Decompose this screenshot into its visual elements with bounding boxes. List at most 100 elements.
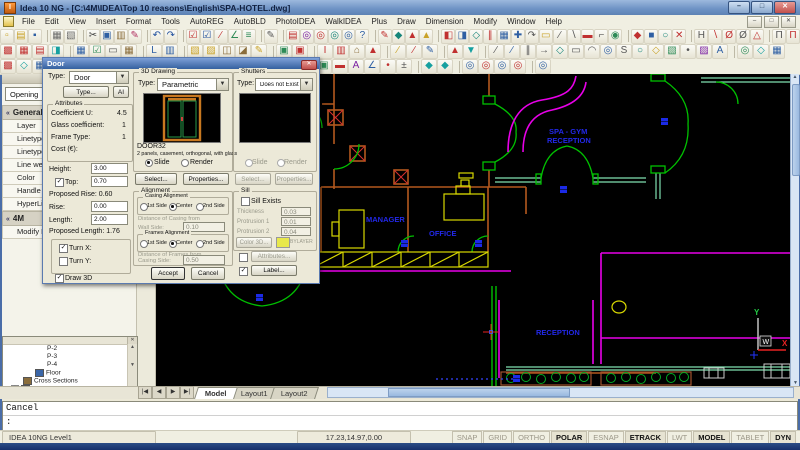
zoom-scale-icon[interactable]: ◎ (494, 59, 510, 74)
named-views-icon[interactable]: ◎ (737, 44, 753, 59)
mdi-close-button[interactable]: ✕ (781, 16, 796, 28)
copy-object-icon[interactable]: ◨ (455, 29, 469, 44)
thickness-field[interactable]: 0.03 (281, 207, 311, 216)
casing-side-field[interactable]: 0.50 (183, 255, 225, 265)
layer-manager-icon[interactable]: ▤ (286, 29, 300, 44)
zoom-all-icon[interactable]: ◎ (535, 59, 551, 74)
save-icon[interactable]: ▪ (28, 29, 42, 44)
home-view-icon[interactable]: ⌂ (349, 44, 365, 59)
rise-field[interactable]: 0.00 (91, 201, 128, 212)
menu-autobld[interactable]: AutoBLD (229, 15, 271, 28)
attributes-checkbox[interactable] (239, 253, 248, 262)
opening-tool-icon[interactable]: ▦ (16, 44, 32, 59)
region-icon[interactable]: ▨ (696, 44, 712, 59)
menu-window[interactable]: Window (502, 15, 540, 28)
roof-tool-icon[interactable]: ▲ (365, 44, 381, 59)
sill-exists-checkbox[interactable] (241, 197, 250, 206)
line-icon[interactable]: ∕ (488, 44, 504, 59)
zoom-realtime-icon[interactable]: ◎ (300, 29, 314, 44)
chevron-down-icon[interactable]: ▼ (300, 79, 312, 90)
point-style-icon[interactable]: • (380, 59, 396, 74)
paste-icon[interactable]: ▥ (114, 29, 128, 44)
tree-item-floor[interactable]: Floor (3, 369, 137, 377)
protrusion2-field[interactable]: 0.04 (281, 227, 311, 236)
snap-intersection-icon[interactable]: ✕ (672, 29, 686, 44)
area-tool-icon[interactable]: ▲ (419, 29, 433, 44)
menu-dimension[interactable]: Dimension (421, 15, 469, 28)
length-field[interactable]: 2.00 (91, 214, 128, 225)
insert-block-icon[interactable]: ◇ (648, 44, 664, 59)
close-icon[interactable]: ✕ (127, 337, 137, 344)
draft-pen-icon[interactable]: ∕ (214, 29, 228, 44)
tab-next-button[interactable]: ▶ (166, 386, 180, 399)
offset-icon[interactable]: ∥ (483, 29, 497, 44)
polyline-icon[interactable]: ∕ (504, 44, 520, 59)
color-3d-button[interactable]: Color 3D... (236, 237, 272, 248)
hatch-icon[interactable]: ▧ (664, 44, 680, 59)
snap-midpoint-icon[interactable]: ■ (644, 29, 658, 44)
move-icon[interactable]: ✚ (511, 29, 525, 44)
turn-x-checkbox[interactable] (59, 244, 68, 253)
render-settings-icon[interactable]: ▦ (769, 44, 785, 59)
draw-line-r-icon[interactable]: ∕ (406, 44, 422, 59)
rotate-icon[interactable]: ↷ (525, 29, 539, 44)
tree-item-p-4[interactable]: P-4 (3, 361, 137, 369)
open-icon[interactable]: ▤ (14, 29, 28, 44)
rectangle-icon[interactable]: ▭ (568, 44, 584, 59)
level-up-icon[interactable]: ▲ (447, 44, 463, 59)
document-icon[interactable] (3, 16, 14, 27)
angle-measure-icon[interactable]: ∠ (228, 29, 242, 44)
render-radio[interactable] (181, 159, 189, 167)
shutters-select-button[interactable]: Select... (235, 173, 271, 185)
dialog-close-button[interactable]: ✕ (301, 60, 317, 70)
paste-special-icon[interactable]: ▥ (333, 44, 349, 59)
dim-style-icon[interactable]: ∠ (364, 59, 380, 74)
scale-icon[interactable]: ▭ (539, 29, 553, 44)
polygon-icon[interactable]: ◇ (552, 44, 568, 59)
profile-tool-icon[interactable]: H (694, 29, 708, 44)
color-swatch[interactable] (276, 237, 290, 248)
no-plot-a-icon[interactable]: Ø (722, 29, 736, 44)
structure-tool-b-icon[interactable]: Π (786, 29, 800, 44)
slide-radio[interactable] (145, 159, 153, 167)
wall-tool-icon[interactable]: ▩ (0, 44, 16, 59)
protrusion1-field[interactable]: 0.01 (281, 217, 311, 226)
zoom-center-icon[interactable]: ◎ (510, 59, 526, 74)
draw-line-y-icon[interactable]: ∕ (390, 44, 406, 59)
draw-3d-checkbox[interactable] (55, 274, 64, 283)
door-type-combo[interactable]: Door ▼ (69, 71, 129, 84)
label-checkbox[interactable] (239, 267, 248, 276)
minimize-button[interactable]: – (728, 1, 750, 14)
menu-insert[interactable]: Insert (91, 15, 121, 28)
break-icon[interactable]: ▬ (581, 29, 595, 44)
diamond-view-a-icon[interactable]: ◆ (421, 59, 437, 74)
mdi-restore-button[interactable]: □ (764, 16, 779, 28)
level-down-icon[interactable]: ▼ (463, 44, 479, 59)
scroll-thumb[interactable] (792, 84, 800, 176)
ai-button[interactable]: AI (113, 86, 129, 98)
menu-autoreg[interactable]: AutoREG (185, 15, 229, 28)
zoom-out-icon[interactable]: ◎ (342, 29, 356, 44)
mirror-icon[interactable]: ◇ (469, 29, 483, 44)
menu-modify[interactable]: Modify (469, 15, 503, 28)
zoom-window-2-icon[interactable]: ◎ (462, 59, 478, 74)
menu-help[interactable]: Help (541, 15, 567, 28)
canvas-hscrollbar[interactable] (327, 387, 794, 398)
layers-dialog-icon[interactable]: ▩ (0, 59, 16, 74)
canvas-vscrollbar[interactable]: ▲▼ (790, 74, 799, 386)
new-icon[interactable]: ▫ (0, 29, 14, 44)
accept-button[interactable]: Accept (151, 267, 185, 280)
arc-icon[interactable]: ◠ (584, 44, 600, 59)
command-input[interactable]: : (3, 416, 797, 429)
snap-center-icon[interactable]: ○ (658, 29, 672, 44)
ellipse-icon[interactable]: ○ (632, 44, 648, 59)
layer-states-icon[interactable]: ◇ (16, 59, 32, 74)
menu-edit[interactable]: Edit (40, 15, 64, 28)
close-button[interactable]: ✕ (774, 1, 796, 14)
undo-icon[interactable]: ↶ (150, 29, 164, 44)
tab-model[interactable]: Model (194, 387, 238, 399)
measure-tool-icon[interactable]: ∖ (708, 29, 722, 44)
shutters-type-combo[interactable]: Does not Exist ▼ (255, 78, 313, 91)
scroll-thumb[interactable] (388, 388, 570, 397)
tab-layout2[interactable]: Layout2 (270, 387, 319, 399)
